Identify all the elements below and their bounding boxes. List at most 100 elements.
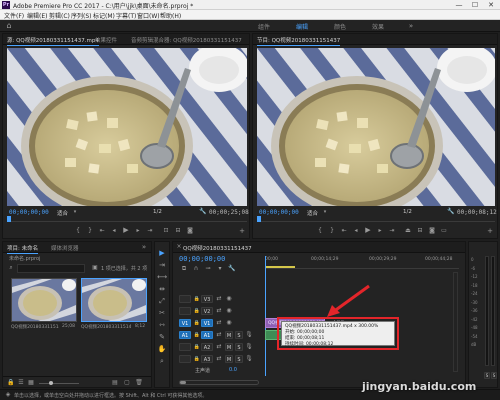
menu-marker[interactable]: 标记(M): [93, 11, 115, 20]
tab-source[interactable]: 源: QQ视频20180331151437.mp4: [7, 36, 99, 46]
sync-lock-icon[interactable]: ⇄: [215, 354, 223, 364]
solo-button[interactable]: S: [235, 331, 243, 339]
menu-help[interactable]: 帮助(H): [160, 11, 181, 20]
lock-icon[interactable]: 🔒: [193, 318, 201, 328]
step-forward-icon[interactable]: ▸: [375, 226, 385, 235]
mute-button[interactable]: M: [225, 343, 233, 351]
go-to-in-icon[interactable]: ⇤: [97, 226, 107, 235]
eye-icon[interactable]: ◉: [225, 318, 233, 328]
more-workspaces-icon[interactable]: »: [406, 21, 416, 31]
program-playhead[interactable]: [257, 216, 261, 222]
solo-button[interactable]: S: [484, 372, 490, 379]
source-playhead[interactable]: [7, 216, 11, 222]
microphone-icon[interactable]: 🎙: [245, 354, 253, 364]
scrollbar-handle[interactable]: [180, 381, 186, 384]
home-icon[interactable]: ⌂: [4, 21, 14, 31]
mark-out-icon[interactable]: }: [327, 226, 337, 235]
icon-view-icon[interactable]: ▦: [27, 378, 35, 388]
slip-tool-icon[interactable]: ⇿: [157, 320, 167, 330]
slider-handle[interactable]: [49, 381, 53, 385]
add-button-icon[interactable]: +: [237, 226, 247, 236]
chevron-down-icon[interactable]: ▾: [321, 207, 329, 217]
lock-icon[interactable]: 🔒: [193, 306, 201, 316]
track-select-tool-icon[interactable]: ⇥: [157, 260, 167, 270]
list-view-icon[interactable]: ☰: [17, 378, 25, 388]
timeline-vertical-scrollbar[interactable]: [453, 272, 458, 372]
zoom-tool-icon[interactable]: ⌕: [157, 356, 167, 366]
menu-title[interactable]: 字幕(T): [116, 11, 136, 20]
master-volume-value[interactable]: 0.0: [229, 367, 237, 373]
track-target[interactable]: V2: [201, 307, 213, 315]
eye-icon[interactable]: ◉: [225, 306, 233, 316]
solo-button[interactable]: S: [235, 343, 243, 351]
source-patch[interactable]: [179, 355, 191, 363]
clear-icon[interactable]: 🗑: [135, 378, 143, 388]
solo-button[interactable]: S: [491, 372, 497, 379]
menu-window[interactable]: 窗口(W): [137, 11, 160, 20]
lock-icon[interactable]: 🔒: [193, 294, 201, 304]
add-button-icon[interactable]: +: [485, 226, 495, 236]
source-patch[interactable]: V1: [179, 319, 191, 327]
go-to-out-icon[interactable]: ⇥: [387, 226, 397, 235]
mute-button[interactable]: M: [225, 331, 233, 339]
vr-icon[interactable]: ▭: [439, 226, 449, 235]
source-patch[interactable]: A1: [179, 331, 191, 339]
lock-icon[interactable]: 🔒: [193, 342, 201, 352]
sync-lock-icon[interactable]: ⇄: [215, 342, 223, 352]
chevron-down-icon[interactable]: ▾: [71, 207, 79, 217]
overwrite-icon[interactable]: ⊟: [173, 226, 183, 235]
hand-tool-icon[interactable]: ✋: [157, 344, 167, 354]
wrench-icon[interactable]: 🔧: [199, 207, 207, 217]
more-panels-icon[interactable]: »: [139, 242, 149, 252]
close-tab-icon[interactable]: ×: [175, 242, 183, 252]
lift-icon[interactable]: ⏏: [403, 226, 413, 235]
thumbnail-zoom-slider[interactable]: [39, 381, 79, 385]
menu-clip[interactable]: 剪辑(C): [49, 11, 70, 20]
source-patch[interactable]: [179, 295, 191, 303]
microphone-icon[interactable]: 🎙: [245, 342, 253, 352]
tab-program[interactable]: 节目: QQ视频20180331151437: [257, 36, 341, 46]
mute-button[interactable]: M: [225, 355, 233, 363]
source-scrub-bar[interactable]: [7, 216, 247, 222]
new-bin-icon[interactable]: ▤: [111, 378, 119, 388]
source-fit-dropdown[interactable]: 适合: [57, 209, 68, 217]
tab-project[interactable]: 项目: 未命名: [7, 244, 39, 254]
step-forward-icon[interactable]: ▸: [133, 226, 143, 235]
close-button[interactable]: ✕: [484, 0, 498, 10]
eye-icon[interactable]: ◉: [225, 294, 233, 304]
sync-lock-icon[interactable]: ⇄: [215, 330, 223, 340]
lock-icon[interactable]: 🔒: [193, 330, 201, 340]
go-to-out-icon[interactable]: ⇥: [145, 226, 155, 235]
project-item-thumb[interactable]: [11, 278, 77, 322]
project-item-thumb[interactable]: [81, 278, 147, 322]
new-item-icon[interactable]: ▢: [123, 378, 131, 388]
source-patch[interactable]: [179, 307, 191, 315]
menu-file[interactable]: 文件(F): [4, 11, 24, 20]
timeline-horizontal-scrollbar[interactable]: [179, 380, 259, 385]
mark-in-icon[interactable]: {: [315, 226, 325, 235]
maximize-button[interactable]: ☐: [468, 0, 482, 10]
track-target[interactable]: V3: [201, 295, 213, 303]
razor-tool-icon[interactable]: ✂: [157, 308, 167, 318]
program-fit-dropdown[interactable]: 适合: [307, 209, 318, 217]
sync-lock-icon[interactable]: ⇄: [215, 306, 223, 316]
timeline-playhead[interactable]: [265, 256, 266, 376]
menu-edit[interactable]: 编辑(E): [27, 11, 47, 20]
rolling-edit-tool-icon[interactable]: ⇹: [157, 284, 167, 294]
insert-icon[interactable]: ⊡: [161, 226, 171, 235]
folder-icon[interactable]: ▣: [91, 263, 99, 273]
camera-icon[interactable]: ◙: [185, 226, 195, 235]
play-icon[interactable]: ▶: [363, 226, 373, 235]
source-video-frame[interactable]: [7, 48, 247, 206]
workspace-editing[interactable]: 编辑: [296, 22, 309, 34]
track-target[interactable]: A2: [201, 343, 213, 351]
source-timecode-in[interactable]: 00;00;00;00: [9, 209, 49, 216]
timeline-ruler[interactable]: 00;00 00;00;14;29 00;00;29;29 00;00;44;2…: [265, 255, 459, 269]
tab-sequence[interactable]: QQ视频20180331151437: [183, 244, 252, 252]
tab-effect-controls[interactable]: 效果控件: [95, 36, 117, 44]
track-target[interactable]: A3: [201, 355, 213, 363]
timeline-timecode[interactable]: 00;00;00;00: [179, 255, 225, 263]
wrench-icon[interactable]: 🔧: [227, 264, 237, 274]
lock-icon[interactable]: 🔒: [193, 354, 201, 364]
program-timecode-in[interactable]: 00;00;00;00: [259, 209, 299, 216]
